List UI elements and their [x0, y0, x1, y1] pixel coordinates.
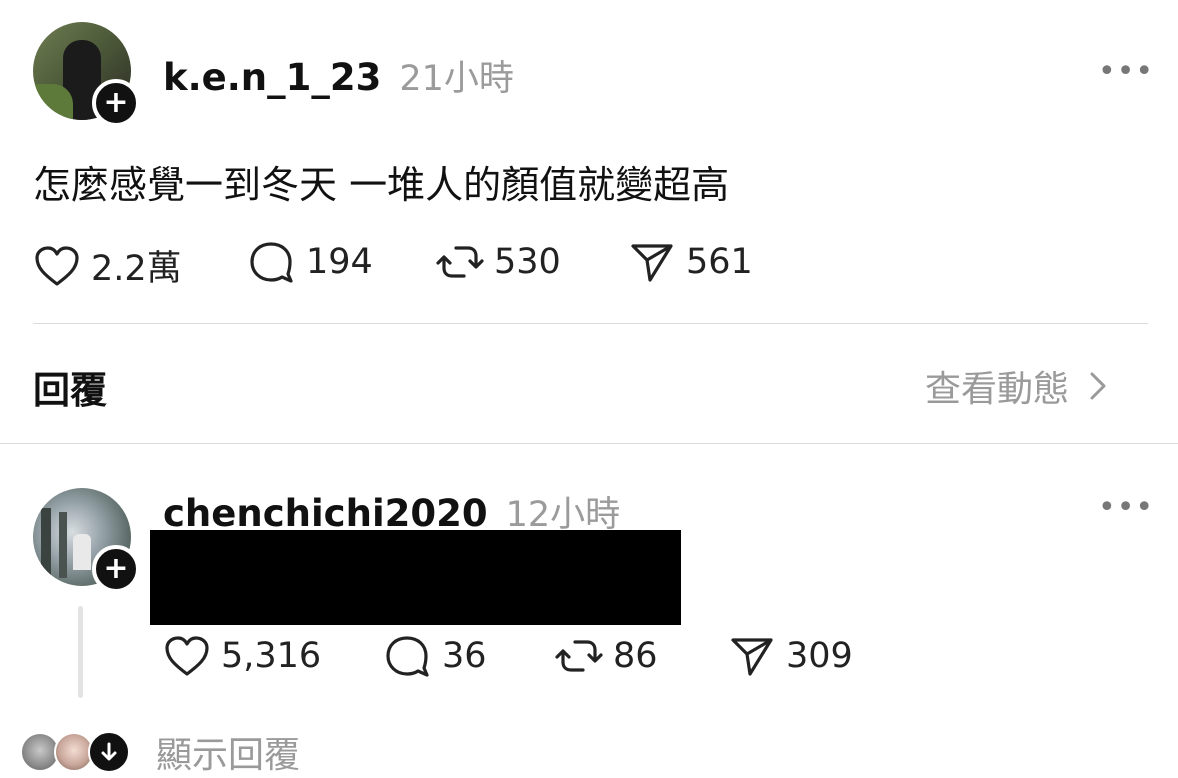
show-replies-label: 顯示回覆: [156, 735, 301, 776]
divider: [33, 323, 1148, 324]
comment-count: 36: [442, 636, 487, 676]
show-replies-row[interactable]: 顯示回覆: [20, 728, 300, 776]
more-options-icon[interactable]: •••: [1098, 57, 1154, 87]
repost-button[interactable]: 86: [555, 634, 658, 678]
comment-icon: [250, 242, 293, 283]
arrow-down-icon: [88, 731, 130, 773]
like-count: 5,316: [221, 636, 322, 676]
repost-icon: [436, 246, 484, 278]
repost-icon: [555, 640, 603, 672]
repost-count: 86: [613, 636, 658, 676]
view-activity-label: 查看動態: [925, 369, 1070, 410]
like-button[interactable]: 2.2萬: [33, 240, 182, 291]
redacted-reply-text: [150, 530, 681, 625]
share-button[interactable]: 309: [728, 634, 853, 678]
view-activity-link[interactable]: 查看動態: [925, 360, 1113, 412]
chevron-right-icon: [1090, 372, 1106, 400]
repost-button[interactable]: 530: [436, 240, 561, 284]
post-header: k.e.n_1_23 21小時: [163, 50, 514, 101]
send-icon: [631, 244, 673, 282]
repost-count: 530: [494, 242, 561, 282]
more-options-icon[interactable]: •••: [1098, 493, 1154, 523]
heart-icon: [165, 636, 209, 676]
post-time: 21小時: [399, 59, 514, 99]
comment-button[interactable]: 194: [248, 240, 373, 284]
post-text: 怎麼感覺一到冬天 一堆人的顏值就變超高: [33, 163, 730, 207]
like-button[interactable]: 5,316: [163, 634, 321, 678]
section-divider: [0, 443, 1178, 444]
replies-title: 回覆: [33, 369, 107, 412]
post-username[interactable]: k.e.n_1_23: [163, 56, 381, 99]
share-count: 309: [786, 636, 853, 676]
follow-plus-icon[interactable]: +: [92, 79, 140, 127]
comment-button[interactable]: 36: [384, 634, 487, 678]
like-count: 2.2萬: [91, 249, 182, 289]
thread-line: [78, 606, 83, 698]
share-count: 561: [686, 242, 753, 282]
reply-username[interactable]: chenchichi2020: [163, 492, 488, 535]
share-button[interactable]: 561: [628, 240, 753, 284]
follow-plus-icon[interactable]: +: [92, 545, 140, 593]
heart-icon: [35, 245, 79, 286]
comment-count: 194: [306, 242, 373, 282]
send-icon: [731, 638, 773, 676]
comment-icon: [386, 636, 429, 677]
